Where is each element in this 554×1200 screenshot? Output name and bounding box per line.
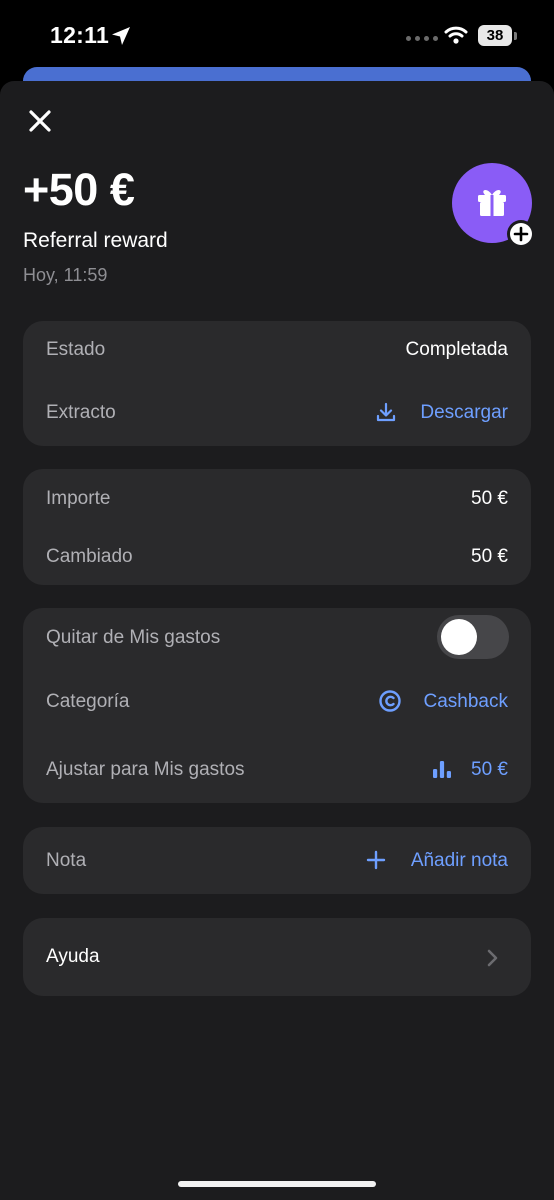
ajustar-label: Ajustar para Mis gastos — [46, 759, 245, 780]
status-bar: 12:11 38 — [0, 0, 554, 70]
transaction-date: Hoy, 11:59 — [23, 265, 108, 285]
quitar-toggle[interactable] — [437, 615, 509, 659]
spending-card: Quitar de Mis gastos Categoría Cashback … — [23, 608, 531, 803]
descargar-link[interactable]: Descargar — [420, 402, 508, 424]
categoria-label: Categoría — [46, 691, 130, 712]
chevron-right-icon — [485, 948, 499, 973]
estado-value: Completada — [405, 339, 508, 360]
signal-icon — [406, 36, 438, 41]
categoria-value[interactable]: Cashback — [424, 691, 509, 713]
status-time: 12:11 — [50, 22, 110, 48]
estado-label: Estado — [46, 339, 106, 360]
home-indicator[interactable] — [178, 1181, 376, 1187]
nota-label: Nota — [46, 850, 87, 871]
ajustar-value[interactable]: 50 € — [471, 759, 508, 781]
amounts-card: Importe 50 € Cambiado 50 € — [23, 469, 531, 585]
close-icon — [29, 110, 51, 132]
gift-icon — [474, 184, 510, 225]
note-card: Nota Añadir nota — [23, 827, 531, 894]
battery-tip — [514, 32, 517, 40]
importe-value: 50 € — [471, 488, 508, 509]
wifi-icon — [444, 25, 468, 50]
bar-chart-icon — [431, 758, 453, 785]
cashback-icon — [378, 689, 402, 718]
cambiado-label: Cambiado — [46, 546, 133, 567]
toggle-knob — [441, 619, 477, 655]
plus-badge-icon — [510, 223, 532, 245]
location-arrow-icon — [110, 25, 132, 52]
add-note-link[interactable]: Añadir nota — [411, 850, 508, 872]
battery-level: 38 — [478, 25, 512, 46]
quitar-label: Quitar de Mis gastos — [46, 627, 221, 648]
details-card: Estado Completada Extracto Descargar — [23, 321, 531, 446]
transaction-amount: +50 € — [23, 164, 135, 215]
importe-label: Importe — [46, 488, 111, 509]
plus-icon — [365, 849, 387, 876]
download-icon — [375, 401, 397, 428]
add-photo-button[interactable] — [507, 220, 535, 248]
transaction-title: Referral reward — [23, 229, 168, 252]
cambiado-value: 50 € — [471, 546, 508, 567]
help-label: Ayuda — [46, 946, 100, 967]
extracto-label: Extracto — [46, 402, 116, 423]
help-row[interactable]: Ayuda — [23, 918, 531, 996]
close-button[interactable] — [27, 108, 53, 134]
